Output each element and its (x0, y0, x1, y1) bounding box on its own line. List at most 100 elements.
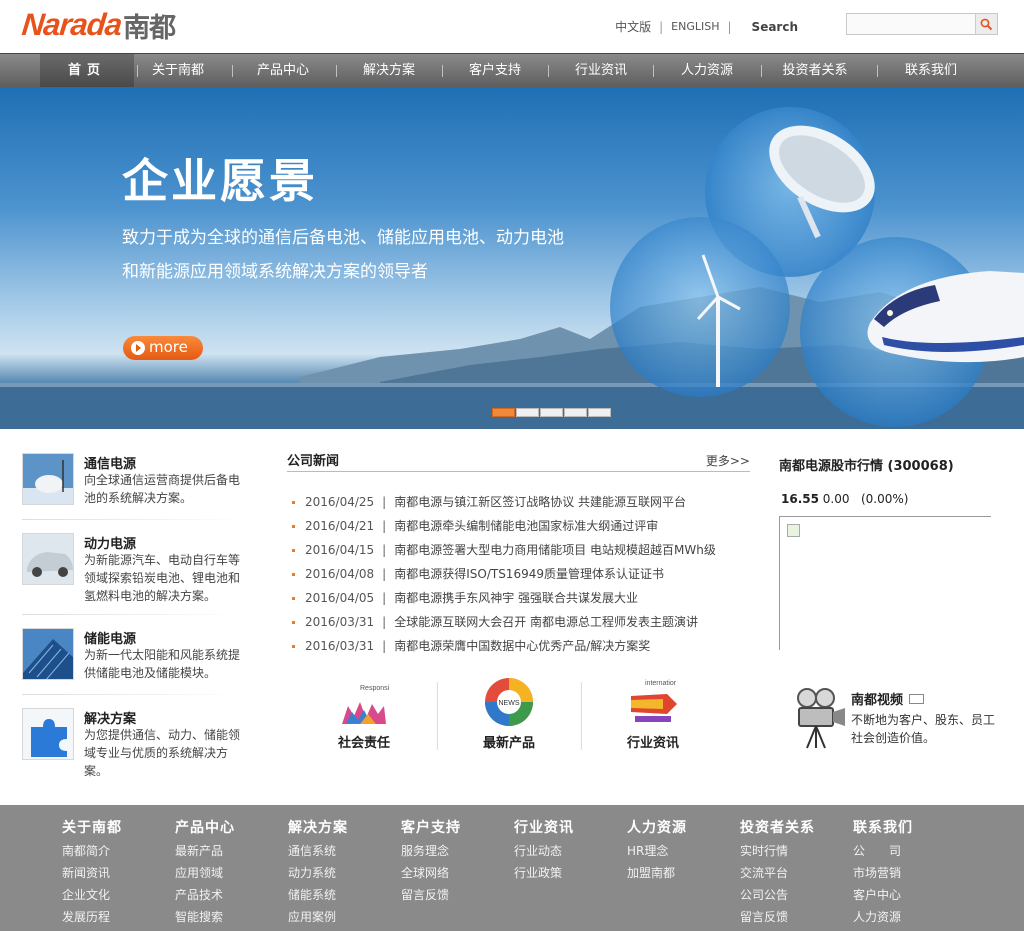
footer-link[interactable]: 公 司 (853, 840, 958, 862)
nav-investors[interactable]: 投资者关系 (771, 54, 859, 87)
news-item[interactable]: 2016/04/15 | 南都电源签署大型电力商用储能项目 电站规模超越百MWh级 (292, 538, 752, 562)
footer-link[interactable]: 应用领域 (175, 862, 280, 884)
video-title[interactable]: 南都视频 (851, 689, 925, 708)
footer-link[interactable]: 动力系统 (288, 862, 393, 884)
footer-heading[interactable]: 关于南都 (62, 817, 167, 837)
footer-link[interactable]: 客户中心 (853, 884, 958, 906)
stock-price: 16.55 (781, 492, 819, 506)
product-description: 为您提供通信、动力、储能领域专业与优质的系统解决方案。 (84, 728, 241, 778)
slide-dot[interactable] (540, 408, 563, 417)
divider: | (727, 19, 732, 34)
footer-column-support: 客户支持 服务理念 全球网络 留言反馈 (401, 817, 506, 906)
electric-car-icon (23, 534, 73, 584)
tile-social-responsibility[interactable]: Responsi 社会责任 (314, 676, 414, 751)
news-date: 2016/03/31 (305, 639, 375, 653)
footer-link[interactable]: 实时行情 (740, 840, 845, 862)
footer-link[interactable]: 行业动态 (514, 840, 619, 862)
nav-products[interactable]: 产品中心 (243, 54, 323, 87)
news-item[interactable]: 2016/04/25 | 南都电源与镇江新区签订战略协议 共建能源互联网平台 (292, 490, 752, 514)
footer-link[interactable]: 人力资源 (853, 906, 958, 928)
nav-support[interactable]: 客户支持 (455, 54, 535, 87)
footer-link[interactable]: 服务理念 (401, 840, 506, 862)
stock-chart-frame (779, 516, 991, 650)
footer-link[interactable]: 产品技术 (175, 884, 280, 906)
footer-link[interactable]: 留言反馈 (401, 884, 506, 906)
stock-percent: (0.00%) (860, 492, 909, 506)
footer-link[interactable]: 应用案例 (288, 906, 393, 928)
nav-solutions[interactable]: 解决方案 (349, 54, 429, 87)
footer-heading[interactable]: 行业资讯 (514, 817, 619, 837)
top-links: 中文版 | ENGLISH | Search (615, 18, 798, 35)
search-input[interactable] (847, 14, 972, 34)
nav-industry-news[interactable]: 行业资讯 (561, 54, 641, 87)
slide-dot[interactable] (492, 408, 515, 417)
nav-divider (548, 65, 549, 77)
tile-label: 行业资讯 (626, 736, 679, 751)
footer-link[interactable]: 行业政策 (514, 862, 619, 884)
product-title: 动力电源 (84, 537, 137, 552)
divider: | (659, 19, 664, 34)
lang-chinese-link[interactable]: 中文版 (615, 18, 651, 35)
footer-link[interactable]: 储能系统 (288, 884, 393, 906)
nav-divider (442, 65, 443, 77)
news-item[interactable]: 2016/04/08 | 南都电源获得ISO/TS16949质量管理体系认证证书 (292, 562, 752, 586)
footer-link[interactable]: 留言反馈 (740, 906, 845, 928)
footer-link[interactable]: 交流平台 (740, 862, 845, 884)
footer-heading[interactable]: 人力资源 (627, 817, 732, 837)
footer-link[interactable]: 企业文化 (62, 884, 167, 906)
news-item[interactable]: 2016/03/31 | 全球能源互联网大会召开 南都电源总工程师发表主题演讲 (292, 610, 752, 634)
footer-link[interactable]: 智能搜索 (175, 906, 280, 928)
news-item[interactable]: 2016/03/31 | 南都电源荣膺中国数据中心优秀产品/解决方案奖 (292, 634, 752, 658)
footer-link[interactable]: 通信系统 (288, 840, 393, 862)
footer-link[interactable]: 公司公告 (740, 884, 845, 906)
footer-link[interactable]: 全球网络 (401, 862, 506, 884)
search-box (846, 13, 998, 35)
footer-heading[interactable]: 解决方案 (288, 817, 393, 837)
video-description: 不断地为客户、股东、员工社会创造价值。 (851, 713, 996, 745)
footer-heading[interactable]: 产品中心 (175, 817, 280, 837)
lang-english-link[interactable]: ENGLISH (671, 20, 719, 33)
slide-dot[interactable] (516, 408, 539, 417)
nav-home[interactable]: 首页 (40, 54, 134, 87)
nav-divider (877, 65, 878, 77)
nav-about[interactable]: 关于南都 (138, 54, 218, 87)
footer-link[interactable]: 发展历程 (62, 906, 167, 928)
stock-quote: 16.55 0.00 (0.00%) (781, 492, 908, 506)
footer-link[interactable]: 新闻资讯 (62, 862, 167, 884)
news-more-link[interactable]: 更多>> (706, 452, 750, 469)
tile-industry-news[interactable]: internatior 行业资讯 (603, 676, 703, 751)
news-date: 2016/04/15 (305, 543, 375, 557)
footer-link[interactable]: 南都简介 (62, 840, 167, 862)
banner-subtitle-line2: 和新能源应用领域系统解决方案的领导者 (122, 262, 428, 282)
footer-link[interactable]: HR理念 (627, 840, 732, 862)
nav-hr[interactable]: 人力资源 (667, 54, 747, 87)
banner-more-label: more (149, 338, 188, 356)
footer-link[interactable]: 最新产品 (175, 840, 280, 862)
news-headline: 全球能源互联网大会召开 南都电源总工程师发表主题演讲 (394, 615, 699, 629)
slide-dot[interactable] (564, 408, 587, 417)
product-title: 解决方案 (84, 712, 137, 727)
footer-link[interactable]: 加盟南都 (627, 862, 732, 884)
news-item[interactable]: 2016/04/21 | 南都电源牵头编制储能电池国家标准大纲通过评审 (292, 514, 752, 538)
divider (437, 682, 438, 750)
banner-more-button[interactable]: more (123, 336, 203, 360)
nav-contact[interactable]: 联系我们 (891, 54, 971, 87)
footer-heading[interactable]: 联系我们 (853, 817, 958, 837)
search-icon (980, 18, 993, 30)
news-headline: 南都电源携手东风神宇 强强联合共谋发展大业 (394, 591, 639, 605)
slide-dot[interactable] (588, 408, 611, 417)
news-title: 公司新闻 (287, 454, 340, 469)
video-title-text: 南都视频 (851, 693, 904, 708)
slide-indicators (492, 408, 611, 417)
search-button[interactable] (975, 14, 997, 34)
tile-new-products[interactable]: NEWS 最新产品 (459, 676, 559, 751)
news-date: 2016/04/05 (305, 591, 375, 605)
film-projector-icon[interactable] (787, 686, 849, 750)
footer-column-investors: 投资者关系 实时行情 交流平台 公司公告 留言反馈 (740, 817, 845, 928)
footer-heading[interactable]: 投资者关系 (740, 817, 845, 837)
news-item[interactable]: 2016/04/05 | 南都电源携手东风神宇 强强联合共谋发展大业 (292, 586, 752, 610)
footer-column-products: 产品中心 最新产品 应用领域 产品技术 智能搜索 (175, 817, 280, 928)
footer-heading[interactable]: 客户支持 (401, 817, 506, 837)
narada-logo[interactable]: Narada 南都 (20, 7, 176, 44)
footer-link[interactable]: 市场营销 (853, 862, 958, 884)
